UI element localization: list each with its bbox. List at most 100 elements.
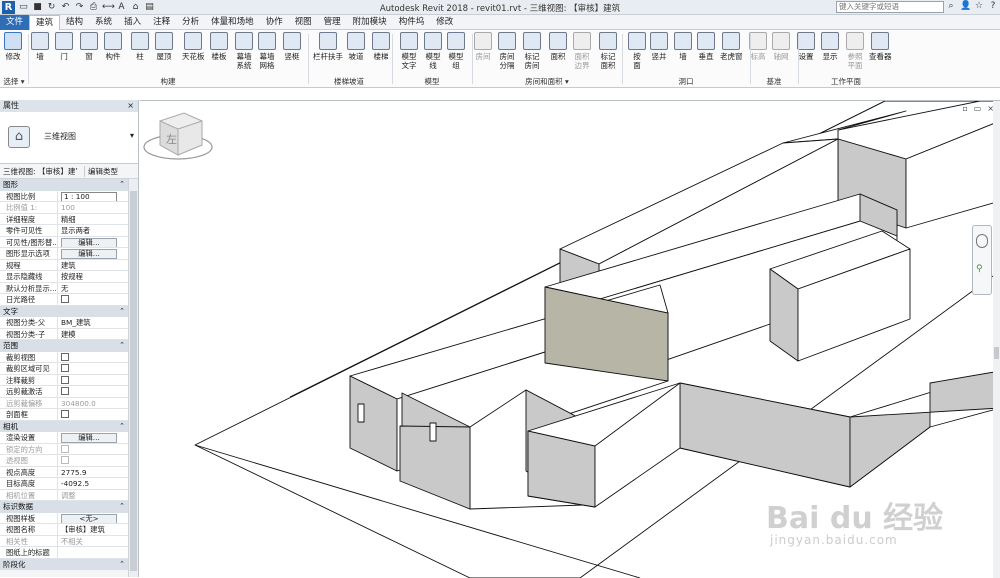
edit-button[interactable]: 编辑... [61,249,117,259]
ribbon-button-room[interactable]: 房间 [474,32,492,61]
ribbon-button-floor[interactable]: 楼板 [210,32,228,61]
value-input[interactable]: 1 : 100 [61,191,117,201]
open-icon[interactable]: ▭ [18,2,29,13]
property-group[interactable]: 图形 ⌃ [0,179,128,191]
ribbon-button-curtain-system[interactable]: 幕墙 系统 [235,32,253,70]
property-value[interactable]: 显示两者 [58,225,128,236]
menu-item-11[interactable]: 附加模块 [347,15,393,30]
checkbox[interactable] [61,375,69,384]
zoom-icon[interactable]: ⚲ [976,264,988,278]
revit-logo-icon[interactable]: R [2,0,15,14]
ribbon-button-column[interactable]: 柱 [131,32,149,61]
property-value[interactable]: 1 : 100 [58,191,128,201]
property-group[interactable]: 阶段化 ⌃ [0,558,128,570]
ribbon-button-ramp[interactable]: 坡道 [347,32,365,61]
ribbon-button-area[interactable]: 面积 [549,32,567,61]
menu-item-3[interactable]: 系统 [89,15,118,30]
checkbox[interactable] [61,352,69,361]
instance-selector[interactable]: 三维视图: 【审核】建’ [0,166,84,177]
ribbon-button-grid[interactable]: 轴网 [772,32,790,61]
properties-scrollbar[interactable] [128,179,138,577]
checkbox[interactable] [61,410,69,418]
sync-icon[interactable]: ↻ [46,2,57,13]
property-value[interactable]: 按规程 [58,271,128,282]
ribbon-button-modify[interactable]: 修改 [4,32,22,61]
ribbon-button-ceiling[interactable]: 天花板 [182,32,205,61]
property-value[interactable]: 精细 [58,214,128,225]
ribbon-button-level[interactable]: 标高 [749,32,767,61]
edit-button[interactable]: 编辑... [61,433,117,443]
ribbon-button-dormer[interactable]: 老虎窗 [720,32,743,61]
ribbon-button-door[interactable]: 门 [55,32,73,61]
minimize-icon[interactable]: ▭ [974,104,982,113]
ribbon-button-curtain-grid[interactable]: 幕墙 网格 [258,32,276,70]
menu-item-8[interactable]: 协作 [260,15,289,30]
switch-window-icon[interactable]: ▤ [144,2,155,13]
menu-item-5[interactable]: 注释 [147,15,176,30]
edit-button[interactable]: 编辑... [61,237,117,247]
search-icon[interactable]: ⌕ [946,1,956,11]
search-input[interactable]: 键入关键字或短语 [836,1,944,13]
ribbon-button-ref-plane[interactable]: 参照 平面 [846,32,864,70]
property-group[interactable]: 文字 ⌃ [0,305,128,317]
ribbon-button-vertical[interactable]: 垂直 [697,32,715,61]
menu-item-10[interactable]: 管理 [318,15,347,30]
property-value[interactable] [58,375,128,386]
redo-icon[interactable]: ↷ [74,2,85,13]
print-icon[interactable]: ⎙ [88,2,99,13]
ribbon-button-stair[interactable]: 楼梯 [372,32,390,61]
navigation-bar[interactable]: ⚲ [972,225,992,295]
property-value[interactable] [58,386,128,397]
ribbon-button-wall[interactable]: 墙 [31,32,49,61]
property-value[interactable]: 编辑... [58,248,128,259]
ribbon-button-roof[interactable]: 屋顶 [155,32,173,61]
ribbon-button-tag-area[interactable]: 标记 面积 [599,32,617,70]
menu-item-6[interactable]: 分析 [176,15,205,30]
property-value[interactable] [58,294,128,305]
property-value[interactable]: 建模 [58,329,128,340]
ribbon-button-window[interactable]: 窗 [80,32,98,61]
ribbon-button-model-group[interactable]: 模型 组 [447,32,465,70]
undo-icon[interactable]: ↶ [60,2,71,13]
ribbon-button-component[interactable]: 构件 [104,32,122,61]
property-value[interactable]: 无 [58,283,128,294]
property-value[interactable]: BM_建筑 [58,317,128,328]
view-scrollbar[interactable] [993,101,1000,578]
save-icon[interactable]: ■ [32,2,43,13]
viewcube[interactable]: 左 [140,101,216,171]
ribbon-button-room-separator[interactable]: 房间 分隔 [498,32,516,70]
property-group[interactable]: 相机 ⌃ [0,420,128,433]
menu-item-13[interactable]: 修改 [430,15,459,30]
ribbon-button-model-text[interactable]: 模型 文字 [400,32,418,70]
edit-type-button[interactable]: 编辑类型 [84,165,118,177]
star-icon[interactable]: ☆ [974,1,984,11]
3d-view-icon[interactable]: ⌂ [130,2,141,13]
measure-icon[interactable]: ⟷ [102,2,115,13]
property-value[interactable]: <无> [58,513,128,523]
ribbon-button-tag-room[interactable]: 标记 房间 [523,32,541,70]
property-value[interactable]: -4092.5 [58,478,128,489]
property-group[interactable]: 标识数据 ⌃ [0,501,128,513]
property-value[interactable]: 编辑... [58,432,128,443]
chevron-down-icon[interactable]: ▾ [130,131,134,140]
collapse-icon[interactable]: ⌃ [119,421,125,433]
help-icon[interactable]: ? [988,1,998,11]
property-group[interactable]: 范围 ⌃ [0,340,128,352]
checkbox[interactable] [61,364,69,372]
close-icon[interactable]: × [127,100,134,112]
menu-item-2[interactable]: 结构 [60,15,89,30]
ribbon-button-wall-opening[interactable]: 墙 [674,32,692,61]
steering-wheel-icon[interactable] [976,234,988,248]
menu-item-0[interactable]: 文件 [0,14,30,30]
property-value[interactable]: 编辑... [58,237,128,247]
property-value[interactable] [58,352,128,363]
ribbon-button-shaft[interactable]: 竖井 [650,32,668,61]
checkbox[interactable] [61,295,69,303]
property-value[interactable] [58,409,128,420]
menu-item-7[interactable]: 体量和场地 [205,15,260,30]
ribbon-button-mullion[interactable]: 竖梃 [283,32,301,61]
ribbon-button-viewer[interactable]: 查看器 [869,32,892,61]
menu-item-12[interactable]: 构件坞 [393,15,431,30]
property-value[interactable] [58,547,128,558]
type-selector[interactable]: ⌂ 三维视图 ▾ [0,112,138,164]
